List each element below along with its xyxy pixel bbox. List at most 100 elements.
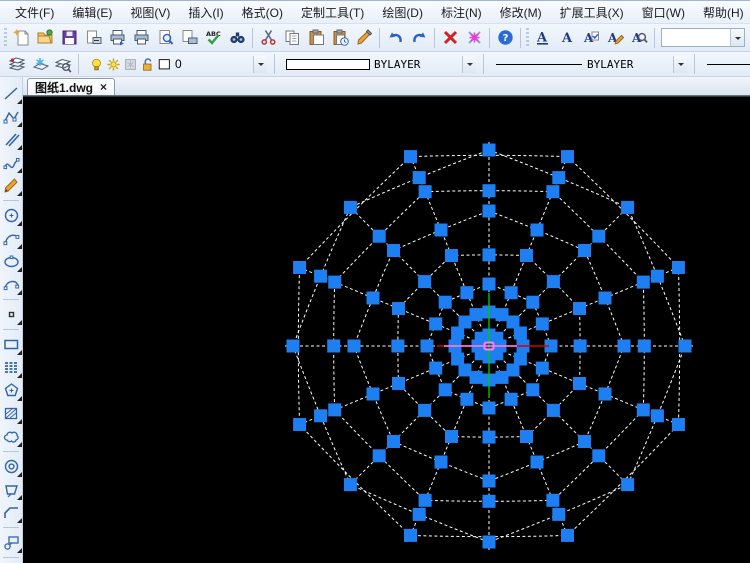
grip-handle[interactable] (530, 455, 544, 469)
menu-item-format[interactable]: 格式(O) (233, 1, 292, 24)
menu-item-modify[interactable]: 修改(M) (491, 1, 551, 24)
layer-properties-button[interactable] (6, 53, 29, 75)
grip-handle[interactable] (678, 339, 692, 353)
text-style-button[interactable]: A (531, 26, 555, 50)
tab-close-icon[interactable]: × (100, 81, 107, 93)
ellipse-button[interactable] (1, 251, 22, 272)
grip-handle[interactable] (445, 249, 458, 262)
grip-handle[interactable] (482, 277, 496, 291)
text-check-button[interactable]: A (579, 26, 603, 50)
bulb-icon[interactable] (89, 57, 104, 72)
grip-handle[interactable] (636, 275, 650, 289)
grip-handle[interactable] (513, 352, 527, 366)
grip-handle[interactable] (420, 339, 434, 353)
grip-handle[interactable] (328, 275, 342, 289)
grip-handle[interactable] (504, 392, 518, 406)
menu-item-insert[interactable]: 插入(I) (179, 1, 232, 24)
grip-handle[interactable] (561, 150, 574, 164)
grip-handle[interactable] (328, 403, 342, 417)
revision-cloud-button[interactable] (1, 426, 22, 447)
grip-handle[interactable] (392, 377, 405, 390)
open-button[interactable] (33, 26, 57, 50)
copy-button[interactable] (280, 26, 304, 50)
grip-handle[interactable] (535, 361, 549, 375)
grip-handle[interactable] (546, 493, 560, 507)
menu-item-edit[interactable]: 编辑(E) (63, 1, 121, 24)
grip-handle[interactable] (438, 383, 452, 397)
polyline-button[interactable] (1, 106, 22, 127)
menu-item-express-tools[interactable]: 扩展工具(X) (551, 1, 633, 24)
grip-handle[interactable] (434, 455, 448, 469)
grip-handle[interactable] (429, 317, 443, 331)
grip-handle[interactable] (314, 269, 328, 283)
grip-handle[interactable] (482, 430, 496, 444)
grip-handle[interactable] (592, 229, 606, 243)
grip-handle[interactable] (671, 261, 685, 274)
find-button[interactable] (225, 26, 249, 50)
sketch-button[interactable] (1, 175, 22, 196)
menu-item-view[interactable]: 视图(V) (121, 1, 179, 24)
double-line-button[interactable] (1, 129, 22, 150)
grip-handle[interactable] (520, 430, 533, 443)
grip-handle[interactable] (451, 326, 465, 340)
grip-handle[interactable] (530, 223, 544, 237)
polygon-button[interactable] (1, 380, 22, 401)
grip-handle[interactable] (621, 478, 635, 492)
grip-handle[interactable] (546, 275, 560, 289)
grip-handle[interactable] (343, 478, 357, 492)
region-button[interactable] (1, 479, 22, 500)
grip-handle[interactable] (636, 403, 650, 417)
purge-button[interactable] (462, 26, 486, 50)
grip-handle[interactable] (573, 377, 586, 390)
grip-handle[interactable] (372, 449, 386, 463)
grip-handle[interactable] (578, 435, 591, 448)
toolbar-drag-handle[interactable] (526, 27, 529, 48)
grip-handle[interactable] (366, 291, 380, 305)
grip-handle[interactable] (573, 339, 587, 353)
grip-handle[interactable] (617, 339, 631, 353)
paste-special-button[interactable] (328, 26, 352, 50)
unlock-icon[interactable] (140, 57, 155, 72)
grip-handle[interactable] (460, 286, 474, 300)
line-button[interactable] (1, 83, 22, 104)
grip-handle[interactable] (460, 392, 474, 406)
grip-handle[interactable] (482, 184, 496, 198)
grip-handle[interactable] (286, 339, 300, 353)
text-style-combo[interactable] (661, 28, 745, 47)
grip-handle[interactable] (526, 295, 540, 309)
spell-check-button[interactable]: ABC (201, 26, 225, 50)
grip-handle[interactable] (482, 401, 496, 415)
redo-button[interactable] (407, 26, 431, 50)
save-button[interactable] (57, 26, 81, 50)
menu-item-window[interactable]: 窗口(W) (633, 1, 694, 24)
grip-handle[interactable] (445, 430, 458, 443)
undo-button[interactable] (383, 26, 407, 50)
grip-handle[interactable] (598, 291, 612, 305)
multiline-button[interactable] (1, 357, 22, 378)
grip-handle[interactable] (482, 204, 496, 218)
print-preview-button[interactable] (153, 26, 177, 50)
menu-item-draw[interactable]: 绘图(D) (373, 1, 432, 24)
layer-freeze-button[interactable] (29, 53, 52, 75)
grip-handle[interactable] (637, 339, 651, 353)
grip-handle[interactable] (366, 387, 380, 401)
menu-item-dimension[interactable]: 标注(N) (432, 1, 491, 24)
grip-handle[interactable] (650, 269, 664, 283)
grip-handle[interactable] (546, 185, 560, 199)
sun-icon[interactable] (106, 57, 121, 72)
grip-handle[interactable] (535, 317, 549, 331)
print-button[interactable] (129, 26, 153, 50)
grip-handle[interactable] (418, 185, 432, 199)
grip-handle[interactable] (412, 171, 426, 185)
grip-handle[interactable] (520, 249, 533, 262)
grip-handle[interactable] (434, 223, 448, 237)
arc-button[interactable] (1, 228, 22, 249)
grip-handle[interactable] (482, 494, 496, 508)
web-spoke[interactable] (344, 360, 475, 491)
grip-handle[interactable] (504, 286, 518, 300)
circle-button[interactable] (1, 205, 22, 226)
leader-button[interactable] (1, 532, 22, 553)
grip-handle[interactable] (429, 361, 443, 375)
spline-button[interactable] (1, 152, 22, 173)
grip-handle[interactable] (573, 302, 586, 315)
